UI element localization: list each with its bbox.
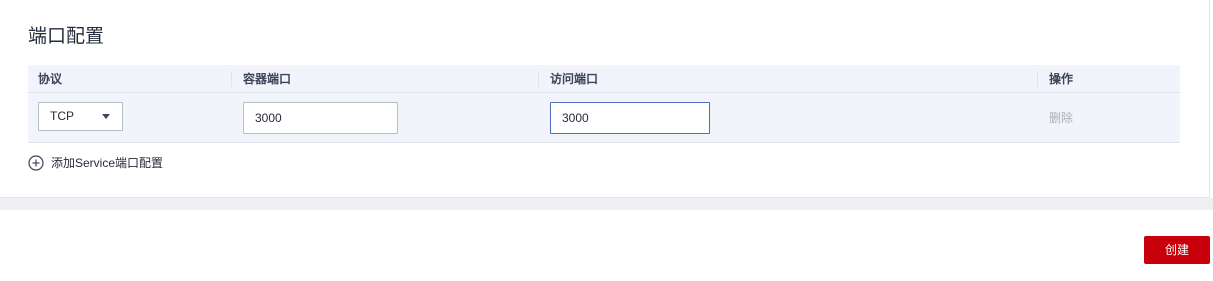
column-header-container-port: 容器端口 [243, 72, 292, 86]
column-divider [231, 71, 232, 87]
delete-row-link[interactable]: 删除 [1049, 110, 1073, 126]
plus-circle-icon [28, 155, 44, 171]
table-row: TCP 删除 [28, 94, 1180, 143]
table-header: 协议 容器端口 访问端口 操作 [28, 65, 1180, 93]
column-header-protocol: 协议 [38, 72, 63, 86]
container-port-input[interactable] [243, 102, 398, 134]
column-header-access-port: 访问端口 [550, 72, 599, 86]
create-button[interactable]: 创建 [1144, 236, 1210, 264]
add-service-port-button[interactable]: 添加Service端口配置 [28, 154, 163, 172]
column-header-actions: 操作 [1049, 72, 1074, 86]
access-port-input[interactable] [550, 102, 710, 134]
port-table: 协议 容器端口 访问端口 操作 TCP 删除 [28, 65, 1180, 143]
column-divider [1037, 71, 1038, 87]
column-divider [538, 71, 539, 87]
add-service-port-label: 添加Service端口配置 [51, 156, 164, 170]
port-config-panel: 端口配置 协议 容器端口 访问端口 操作 TCP 删除 [0, 0, 1210, 198]
protocol-select-value: TCP [50, 109, 74, 123]
section-divider-band [0, 198, 1213, 210]
chevron-down-icon [102, 114, 110, 119]
section-title: 端口配置 [28, 26, 105, 47]
protocol-select[interactable]: TCP [38, 102, 123, 131]
